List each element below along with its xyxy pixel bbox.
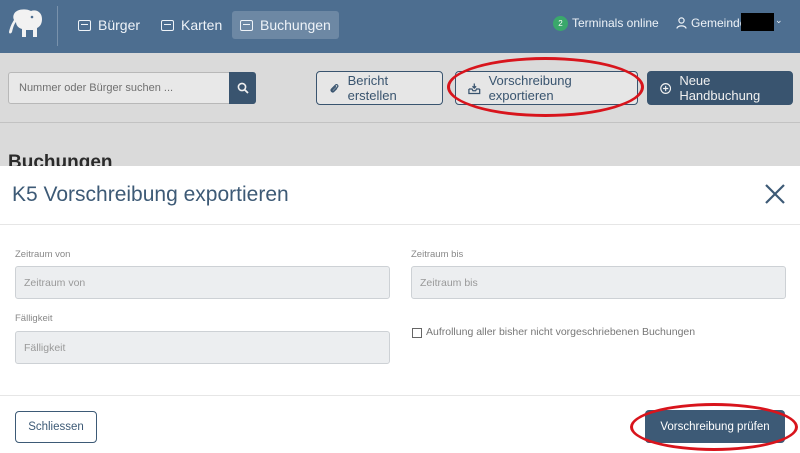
modal-backdrop bbox=[0, 53, 800, 166]
check-prescription-button[interactable]: Vorschreibung prüfen bbox=[645, 410, 785, 443]
redacted-username bbox=[741, 13, 774, 31]
nav-item-karten[interactable]: Karten bbox=[153, 11, 230, 39]
terminals-count-badge: 2 bbox=[553, 16, 568, 31]
nav-item-label: Buchungen bbox=[260, 17, 331, 33]
due-date-label: Fälligkeit bbox=[15, 313, 53, 324]
modal-header-divider bbox=[0, 224, 800, 225]
nav-item-buchungen[interactable]: Buchungen bbox=[232, 11, 339, 39]
period-from-input[interactable]: Zeitraum von bbox=[15, 266, 390, 299]
page-title: Buchungen bbox=[8, 152, 113, 166]
create-report-label: Bericht erstellen bbox=[347, 73, 397, 103]
plus-circle-icon bbox=[660, 82, 672, 94]
user-icon bbox=[676, 17, 687, 29]
terminals-status[interactable]: Terminals online bbox=[572, 16, 659, 30]
export-prescription-button[interactable]: Vorschreibung exportieren bbox=[455, 71, 638, 105]
elephant-logo-icon[interactable] bbox=[6, 8, 44, 40]
due-date-input[interactable]: Fälligkeit bbox=[15, 331, 390, 364]
top-nav-bar: Bürger Karten Buchungen 2 Terminals onli… bbox=[0, 0, 800, 53]
user-menu-label[interactable]: Gemeinde bbox=[691, 16, 746, 30]
page-heading-container: Buchungen bbox=[0, 152, 800, 166]
create-report-button[interactable]: Bericht erstellen bbox=[316, 71, 443, 105]
new-manual-booking-button[interactable]: Neue Handbuchung bbox=[647, 71, 793, 105]
inbox-icon bbox=[240, 19, 253, 31]
chevron-down-icon[interactable]: ⌄ bbox=[775, 15, 783, 26]
nav-item-label: Bürger bbox=[98, 17, 141, 33]
period-to-label: Zeitraum bis bbox=[411, 249, 464, 260]
period-from-label: Zeitraum von bbox=[15, 249, 71, 260]
modal-title: K5 Vorschreibung exportieren bbox=[12, 183, 289, 206]
card-icon bbox=[161, 19, 174, 31]
search-button[interactable] bbox=[229, 72, 256, 104]
rollup-checkbox[interactable] bbox=[412, 328, 422, 338]
inbox-download-icon bbox=[468, 83, 481, 94]
search-input[interactable]: Nummer oder Bürger suchen ... bbox=[8, 72, 230, 104]
nav-item-label: Karten bbox=[181, 17, 223, 33]
rollup-checkbox-label[interactable]: Aufrollung aller bisher nicht vorgeschri… bbox=[426, 326, 695, 338]
nav-divider bbox=[57, 6, 58, 46]
new-manual-booking-label: Neue Handbuchung bbox=[679, 73, 761, 103]
paperclip-icon bbox=[330, 83, 339, 93]
modal-footer-divider bbox=[0, 395, 800, 396]
period-to-input[interactable]: Zeitraum bis bbox=[411, 266, 786, 299]
toolbar-divider bbox=[0, 122, 800, 123]
search-icon bbox=[237, 82, 249, 94]
nav-item-buerger[interactable]: Bürger bbox=[70, 11, 148, 39]
export-prescription-label: Vorschreibung exportieren bbox=[488, 73, 572, 103]
close-icon[interactable] bbox=[764, 183, 786, 205]
export-modal: K5 Vorschreibung exportieren Zeitraum vo… bbox=[0, 166, 800, 453]
id-card-icon bbox=[78, 19, 91, 31]
close-button[interactable]: Schliessen bbox=[15, 411, 97, 443]
